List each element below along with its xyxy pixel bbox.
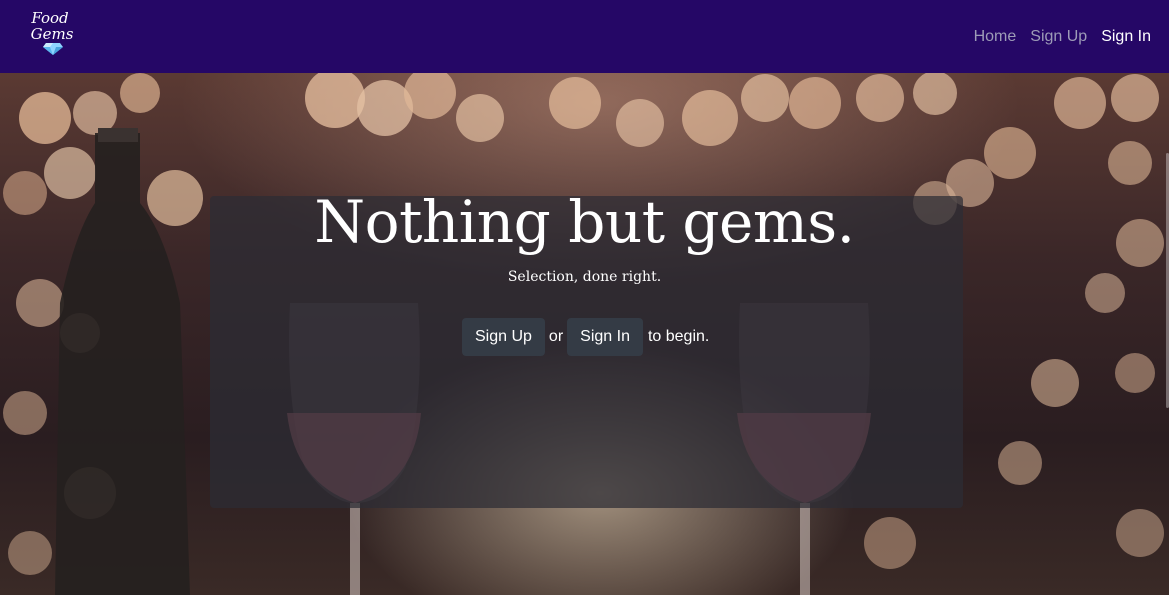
- cta-row: Sign Up or Sign In to begin.: [462, 318, 709, 356]
- hero-title: Nothing but gems.: [314, 188, 855, 256]
- brand-line1: Food: [31, 9, 69, 27]
- navbar: Food Gems Home Sign Up Sign In: [0, 0, 1169, 73]
- nav-home-link[interactable]: Home: [974, 28, 1017, 46]
- hero-sign-up-button[interactable]: Sign Up: [462, 318, 545, 356]
- brand-line2: Gems: [30, 25, 74, 43]
- cta-or-text: or: [548, 328, 564, 345]
- nav-links: Home Sign Up Sign In: [974, 0, 1151, 73]
- diamond-icon: [43, 43, 63, 55]
- brand-logo[interactable]: Food Gems: [28, 10, 78, 58]
- nav-sign-up-link[interactable]: Sign Up: [1030, 28, 1087, 46]
- hero-subtitle: Selection, done right.: [507, 269, 662, 285]
- nav-sign-in-link[interactable]: Sign In: [1101, 28, 1151, 46]
- cta-tail-text: to begin.: [647, 328, 710, 345]
- hero-sign-in-button[interactable]: Sign In: [567, 318, 643, 356]
